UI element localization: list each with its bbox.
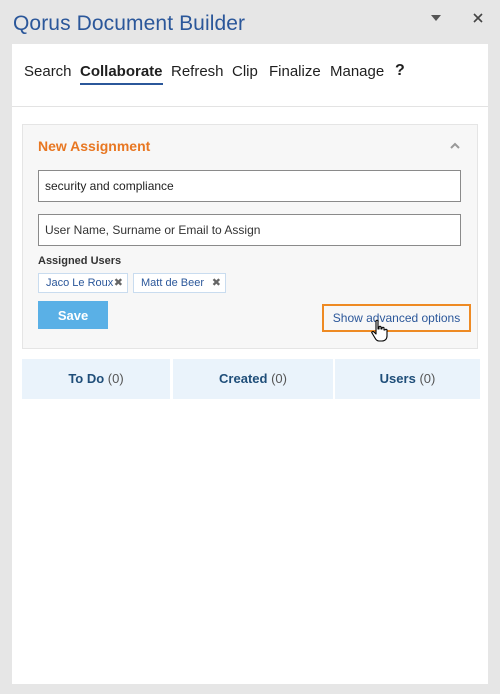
save-button[interactable]: Save — [38, 301, 108, 329]
created-label: Created — [219, 371, 268, 386]
app-title: Qorus Document Builder — [13, 12, 246, 35]
tab-clip[interactable]: Clip — [232, 63, 258, 80]
help-icon[interactable]: ? — [395, 62, 405, 80]
tab-manage[interactable]: Manage — [330, 63, 384, 80]
subject-input[interactable] — [38, 170, 461, 202]
triangle-down-icon[interactable] — [430, 12, 442, 28]
tab-refresh[interactable]: Refresh — [171, 63, 224, 80]
assigned-user-name: Jaco Le Roux — [46, 277, 114, 289]
todo-label: To Do — [68, 371, 105, 386]
users-label: Users — [379, 371, 416, 386]
show-advanced-options-link[interactable]: Show advanced options — [322, 304, 471, 332]
tab-collaborate[interactable]: Collaborate — [80, 63, 163, 85]
new-assignment-panel: New Assignment Assigned Users Jaco Le Ro… — [22, 124, 478, 349]
assigned-user-chip: Matt de Beer ✖ — [133, 273, 226, 293]
task-pane: Search Collaborate Refresh Clip Finalize… — [12, 44, 488, 684]
created-tab[interactable]: Created (0) — [173, 359, 333, 399]
users-tab[interactable]: Users (0) — [335, 359, 480, 399]
tab-bar: Search Collaborate Refresh Clip Finalize… — [12, 44, 488, 107]
todo-tab[interactable]: To Do (0) — [22, 359, 170, 399]
summary-tabs: To Do (0) Created (0) Users (0) — [22, 359, 480, 399]
assignee-input[interactable] — [38, 214, 461, 246]
remove-x-icon[interactable]: ✖ — [212, 274, 221, 292]
created-count: (0) — [271, 371, 287, 386]
tab-finalize[interactable]: Finalize — [269, 63, 321, 80]
close-icon[interactable] — [472, 12, 484, 28]
assigned-user-name: Matt de Beer — [141, 277, 204, 289]
remove-x-icon[interactable]: ✖ — [114, 274, 123, 292]
users-count: (0) — [419, 371, 436, 386]
chevron-up-icon[interactable] — [447, 138, 463, 154]
todo-count: (0) — [107, 371, 124, 386]
assigned-user-chip: Jaco Le Roux ✖ — [38, 273, 128, 293]
tab-search[interactable]: Search — [24, 63, 72, 80]
hand-cursor-icon — [371, 319, 388, 342]
new-assignment-title: New Assignment — [38, 138, 151, 154]
assigned-users-label: Assigned Users — [38, 255, 122, 267]
title-bar: Qorus Document Builder — [0, 0, 500, 44]
